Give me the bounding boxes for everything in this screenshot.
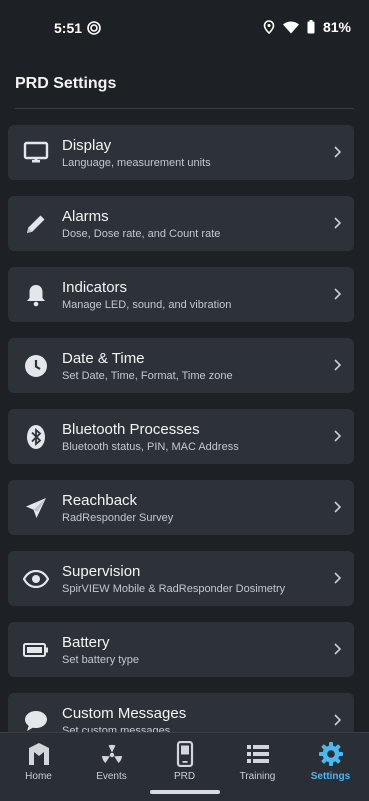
settings-item-title: Date & Time xyxy=(62,350,145,367)
settings-item-title: Bluetooth Processes xyxy=(62,421,200,438)
chevron-right-icon xyxy=(334,359,342,371)
settings-item-subtitle: Language, measurement units xyxy=(62,157,211,169)
nav-label: Settings xyxy=(310,771,351,782)
clock-icon xyxy=(22,352,50,380)
settings-item-title: Indicators xyxy=(62,279,128,296)
nav-label: Training xyxy=(239,771,276,782)
status-bar: 5:51 81% xyxy=(0,0,369,58)
nav-home[interactable]: Home xyxy=(2,741,75,782)
settings-item-battery[interactable]: Battery Set battery type xyxy=(8,622,354,677)
settings-item-supervision[interactable]: Supervision SpirVIEW Mobile & RadRespond… xyxy=(8,551,354,606)
chevron-right-icon xyxy=(334,714,342,726)
location-icon xyxy=(263,20,275,34)
monitor-icon xyxy=(22,139,50,167)
status-icons: 81% xyxy=(263,19,351,35)
nav-settings[interactable]: Settings xyxy=(294,741,367,782)
settings-item-subtitle: Dose, Dose rate, and Count rate xyxy=(62,228,221,240)
chevron-right-icon xyxy=(334,430,342,442)
phone-icon xyxy=(176,741,193,767)
chevron-right-icon xyxy=(334,643,342,655)
page-title: PRD Settings xyxy=(15,75,117,92)
battery-icon xyxy=(22,636,50,664)
settings-list: Display Language, measurement units Alar… xyxy=(8,125,354,764)
nav-label: Events xyxy=(96,771,127,782)
gear-icon xyxy=(318,742,343,766)
settings-item-subtitle: Set Date, Time, Format, Time zone xyxy=(62,370,233,382)
list-icon xyxy=(246,745,269,763)
nav-training[interactable]: Training xyxy=(221,741,294,782)
settings-item-date-time[interactable]: Date & Time Set Date, Time, Format, Time… xyxy=(8,338,354,393)
settings-item-title: Custom Messages xyxy=(62,705,187,722)
send-icon xyxy=(22,494,50,522)
settings-item-title: Battery xyxy=(62,634,110,651)
settings-item-display[interactable]: Display Language, measurement units xyxy=(8,125,354,180)
settings-item-subtitle: Manage LED, sound, and vibration xyxy=(62,299,232,311)
chevron-right-icon xyxy=(334,572,342,584)
chat-icon xyxy=(22,707,50,735)
nav-label: PRD xyxy=(173,771,196,782)
settings-item-title: Supervision xyxy=(62,563,141,580)
settings-item-reachback[interactable]: Reachback RadResponder Survey xyxy=(8,480,354,535)
settings-item-subtitle: SpirVIEW Mobile & RadResponder Dosimetry xyxy=(62,583,286,595)
home-logo-icon xyxy=(28,743,49,765)
chevron-right-icon xyxy=(334,288,342,300)
settings-item-alarms[interactable]: Alarms Dose, Dose rate, and Count rate xyxy=(8,196,354,251)
nav-events[interactable]: Events xyxy=(75,741,148,782)
battery-percent: 81% xyxy=(322,19,351,35)
chevron-right-icon xyxy=(334,217,342,229)
chevron-right-icon xyxy=(334,146,342,158)
settings-item-bluetooth[interactable]: Bluetooth Processes Bluetooth status, PI… xyxy=(8,409,354,464)
bluetooth-icon xyxy=(22,423,50,451)
settings-item-subtitle: Bluetooth status, PIN, MAC Address xyxy=(62,441,239,453)
pencil-icon xyxy=(22,210,50,238)
wifi-icon xyxy=(282,20,299,33)
gesture-home-indicator[interactable] xyxy=(150,790,220,794)
chevron-right-icon xyxy=(334,501,342,513)
spiral-notification-icon xyxy=(87,21,101,35)
nav-label: Home xyxy=(25,771,52,782)
settings-item-subtitle: Set battery type xyxy=(62,654,140,666)
battery-status-icon xyxy=(307,20,315,34)
eye-icon xyxy=(22,565,50,593)
settings-item-title: Display xyxy=(62,137,112,154)
settings-item-indicators[interactable]: Indicators Manage LED, sound, and vibrat… xyxy=(8,267,354,322)
status-time: 5:51 xyxy=(54,20,83,36)
settings-item-title: Alarms xyxy=(62,208,109,225)
bell-icon xyxy=(22,281,50,309)
settings-item-title: Reachback xyxy=(62,492,138,509)
title-divider xyxy=(15,108,354,109)
nav-prd[interactable]: PRD xyxy=(148,741,221,782)
radiation-icon xyxy=(101,744,122,763)
settings-item-subtitle: RadResponder Survey xyxy=(62,512,174,524)
